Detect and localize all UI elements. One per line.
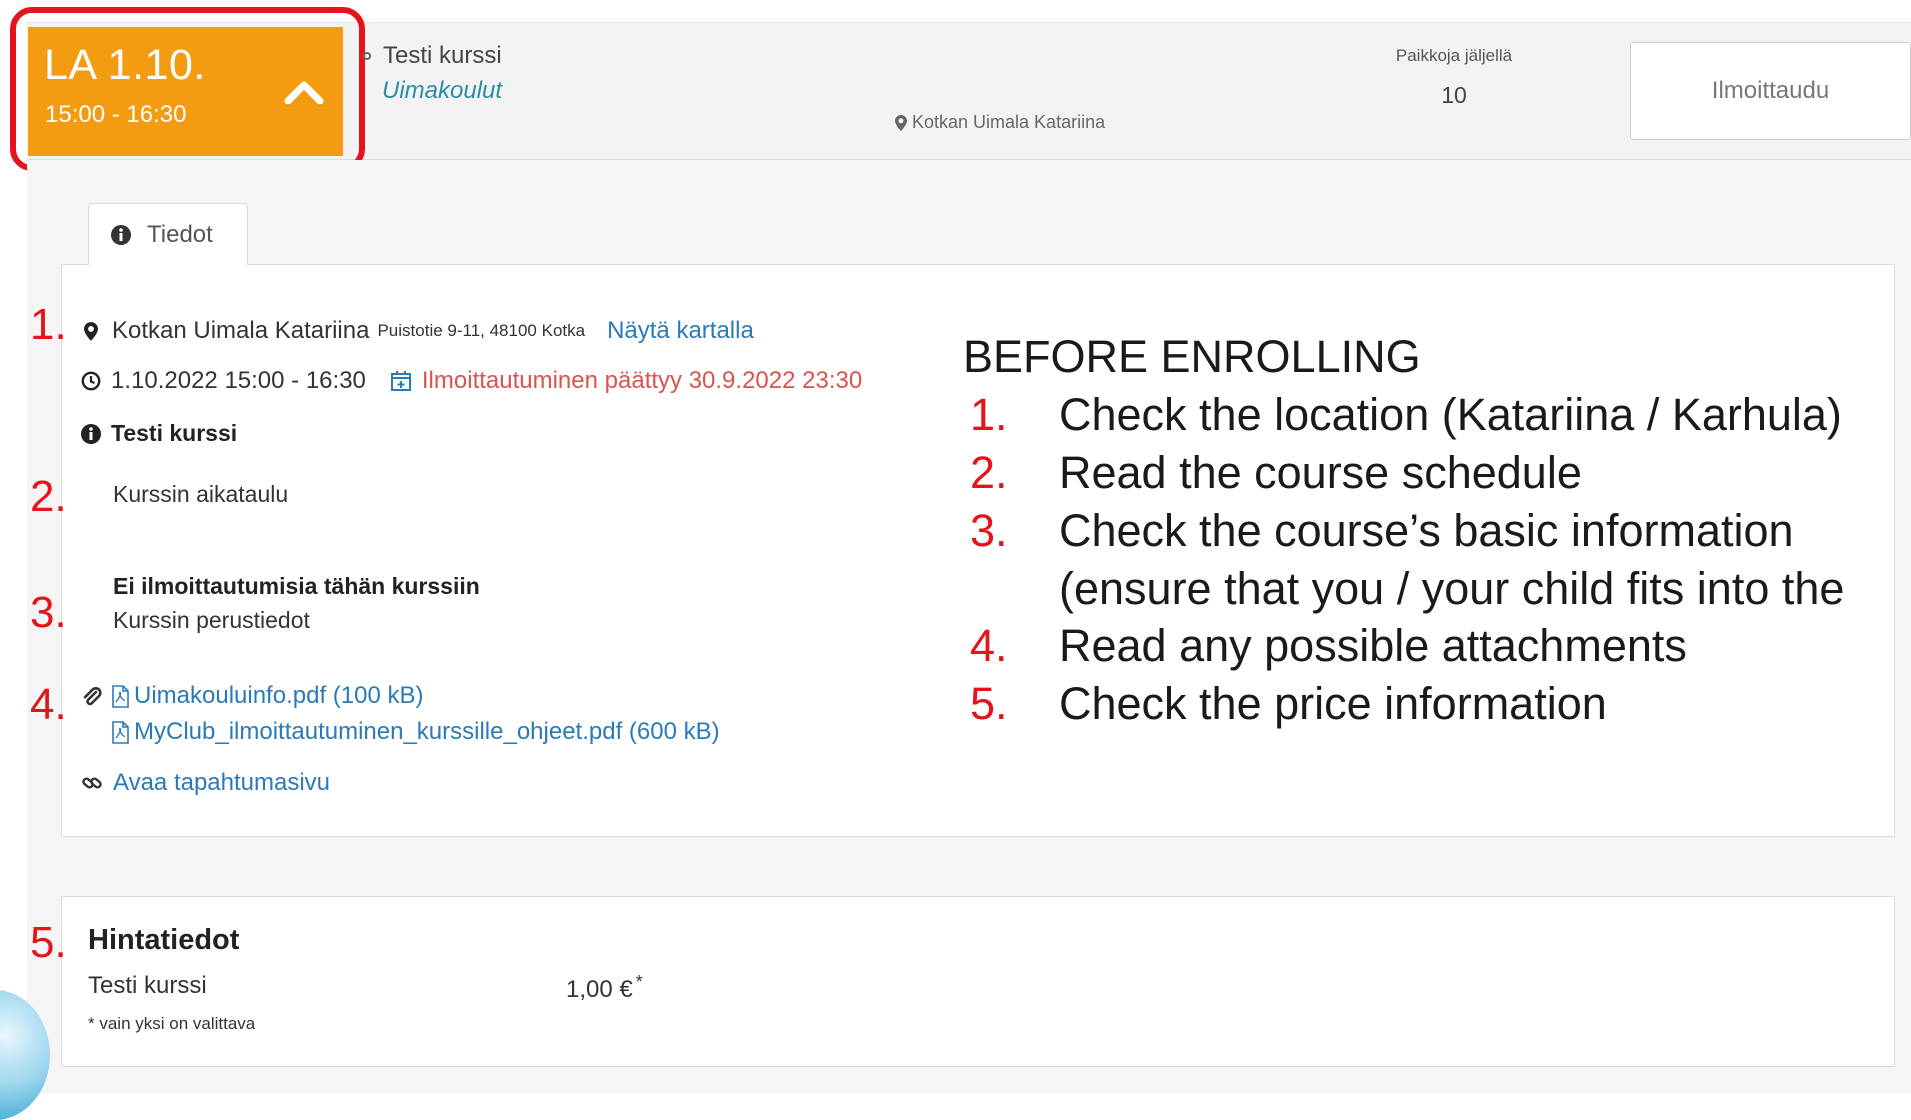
- instruction-3-text: Check the course’s basic information: [1059, 505, 1794, 556]
- marker-1: 1.: [30, 300, 67, 349]
- price-asterisk: *: [635, 972, 643, 992]
- course-info-title: Testi kurssi: [111, 420, 238, 446]
- course-category-link[interactable]: Uimakoulut: [382, 77, 502, 105]
- attachment-link-1[interactable]: Uimakouluinfo.pdf (100 kB): [111, 682, 423, 710]
- event-location: Kotkan Uimala Katariina: [895, 112, 1105, 133]
- info-circle-icon: [111, 224, 131, 245]
- enroll-button[interactable]: Ilmoittaudu: [1630, 42, 1911, 140]
- map-marker-icon: [84, 321, 98, 341]
- marker-3: 3.: [30, 588, 67, 637]
- course-bullet-icon: [363, 52, 371, 60]
- attachment-link-2-label: MyClub_ilmoittautuminen_kurssille_ohjeet…: [134, 718, 720, 745]
- location-name: Kotkan Uimala Katariina: [112, 317, 370, 344]
- instruction-5-number: 5.: [970, 678, 1008, 729]
- marker-4: 4.: [30, 680, 67, 729]
- paperclip-icon: [83, 686, 102, 706]
- price-item-name: Testi kurssi: [88, 972, 207, 999]
- price-note: * vain yksi on valittava: [88, 1014, 256, 1033]
- map-marker-icon: [895, 114, 907, 131]
- course-schedule: Kurssin aikataulu: [113, 481, 289, 507]
- datetime-row: 1.10.2022 15:00 - 16:30 Ilmoittautuminen…: [81, 367, 862, 395]
- price-heading: Hintatiedot: [88, 924, 240, 956]
- event-page-link-label: Avaa tapahtumasivu: [113, 769, 331, 796]
- info-title-row: Testi kurssi: [81, 420, 237, 447]
- calendar-plus-icon: [390, 371, 411, 391]
- attachment-link-1-label: Uimakouluinfo.pdf (100 kB): [134, 682, 424, 709]
- instruction-2-number: 2.: [970, 447, 1008, 498]
- price-panel: [61, 896, 1895, 1067]
- clock-icon: [81, 371, 101, 391]
- pdf-file-icon: [112, 684, 129, 708]
- instruction-1-text: Check the location (Katariina / Karhula): [1059, 389, 1842, 440]
- course-title: Testi kurssi: [383, 42, 502, 69]
- location-address: Puistotie 9-11, 48100 Kotka: [377, 321, 586, 340]
- location-row: Kotkan Uimala Katariina Puistotie 9-11, …: [84, 317, 754, 345]
- show-on-map-link[interactable]: Näytä kartalla: [607, 317, 754, 345]
- instruction-2-text: Read the course schedule: [1059, 447, 1582, 498]
- highlight-ring-annotation: [10, 7, 365, 171]
- spots-remaining-label: Paikkoja jäljellä: [1395, 46, 1513, 65]
- event-datetime: 1.10.2022 15:00 - 16:30: [111, 367, 366, 394]
- no-enrollments-text: Ei ilmoittautumisia tähän kurssiin: [113, 573, 480, 599]
- event-location-label: Kotkan Uimala Katariina: [912, 112, 1106, 132]
- link-icon: [82, 777, 102, 789]
- tab-info-label: Tiedot: [147, 220, 213, 248]
- price-amount: 1,00 €: [566, 976, 633, 1003]
- course-basic-info: Kurssin perustiedot: [113, 607, 310, 633]
- instruction-5-text: Check the price information: [1059, 678, 1607, 729]
- price-item-value: 1,00 € *: [566, 972, 643, 1004]
- spots-remaining-value: 10: [1441, 82, 1467, 108]
- marker-2: 2.: [30, 472, 67, 521]
- instruction-4-text: Read any possible attachments: [1059, 620, 1687, 671]
- instruction-3-number: 3.: [970, 505, 1008, 556]
- enrollment-deadline: Ilmoittautuminen päättyy 30.9.2022 23:30: [421, 367, 863, 394]
- pdf-file-icon: [112, 720, 129, 744]
- info-circle-icon: [81, 423, 101, 444]
- instructions-heading: BEFORE ENROLLING: [963, 331, 1421, 382]
- instruction-4-number: 4.: [970, 620, 1008, 671]
- marker-5: 5.: [30, 918, 67, 967]
- tab-info[interactable]: Tiedot: [88, 203, 248, 265]
- event-page-link[interactable]: Avaa tapahtumasivu: [81, 769, 330, 797]
- attachment-link-2[interactable]: MyClub_ilmoittautuminen_kurssille_ohjeet…: [111, 718, 720, 746]
- instruction-1-number: 1.: [970, 389, 1008, 440]
- instruction-3-continuation: (ensure that you / your child fits into …: [1059, 563, 1845, 614]
